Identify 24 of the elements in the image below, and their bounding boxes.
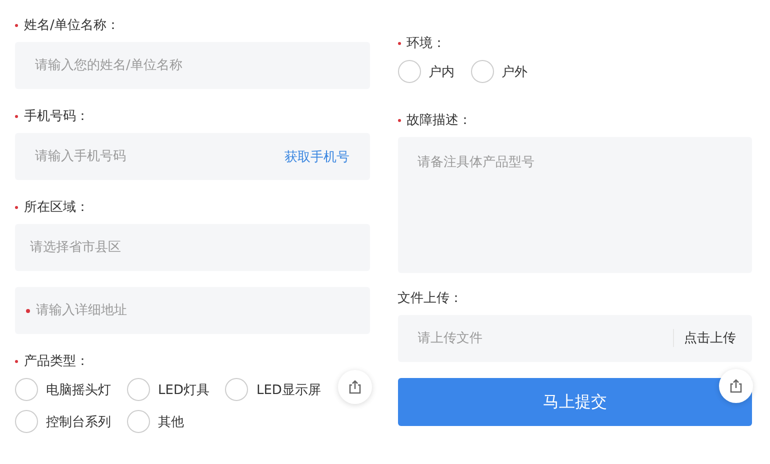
upload-link[interactable]: 点击上传 [673,329,736,347]
radio-option[interactable]: 户外 [470,60,528,83]
share-button[interactable] [719,369,753,403]
description-field[interactable]: 请备注具体产品型号 [398,137,752,273]
share-icon [728,378,744,394]
radio-option[interactable]: 户内 [398,60,454,83]
field-label: 环境： [406,35,446,52]
radio-option[interactable]: LED显示屏 [225,378,321,401]
field-label: 姓名/单位名称： [24,17,120,34]
share-icon [346,379,362,395]
field-label: 文件上传： [398,290,462,307]
submit-button[interactable]: 马上提交 [398,378,752,426]
input-field[interactable]: 请输入详细地址 [15,287,370,334]
share-button[interactable] [338,370,372,404]
field-label: 故障描述： [406,112,472,129]
input-field[interactable]: 请输入您的姓名/单位名称 [15,42,370,89]
radio-option[interactable]: 控制台系列 [15,410,111,433]
radio-option[interactable]: 其他 [127,410,184,433]
region-select[interactable]: 请选择省市县区 [15,224,370,271]
radio-option[interactable]: 电脑摇头灯 [15,378,111,401]
field-label: 产品类型： [24,353,89,370]
field-label: 手机号码： [24,108,89,125]
field-label: 所在区域： [24,199,89,216]
radio-option[interactable]: LED灯具 [127,378,210,401]
